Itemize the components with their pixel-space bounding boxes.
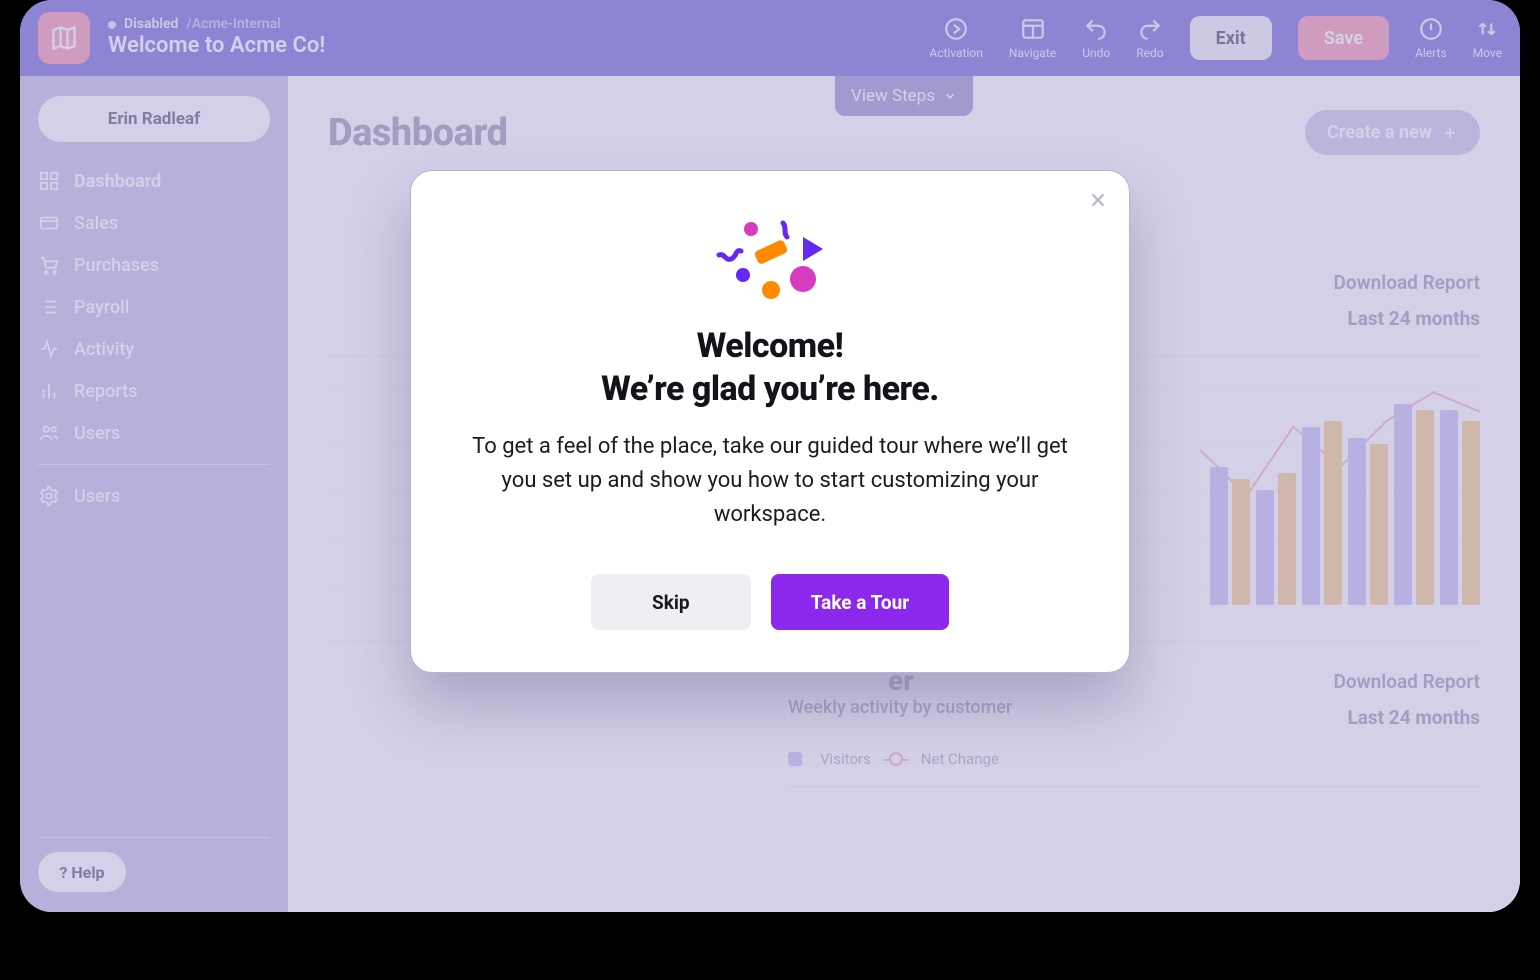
app-window: Disabled /Acme-Internal Welcome to Acme … [20, 0, 1520, 912]
close-button[interactable] [1087, 189, 1109, 215]
modal-body: To get a feel of the place, take our gui… [461, 430, 1079, 532]
confetti-icon [461, 217, 1079, 307]
welcome-modal: Welcome! We’re glad you’re here. To get … [410, 170, 1130, 673]
modal-heading: Welcome! We’re glad you’re here. [461, 325, 1079, 410]
close-icon [1087, 189, 1109, 211]
take-tour-button[interactable]: Take a Tour [771, 574, 949, 630]
skip-button[interactable]: Skip [591, 574, 751, 630]
modal-actions: Skip Take a Tour [461, 574, 1079, 630]
modal-overlay: Welcome! We’re glad you’re here. To get … [20, 0, 1520, 912]
